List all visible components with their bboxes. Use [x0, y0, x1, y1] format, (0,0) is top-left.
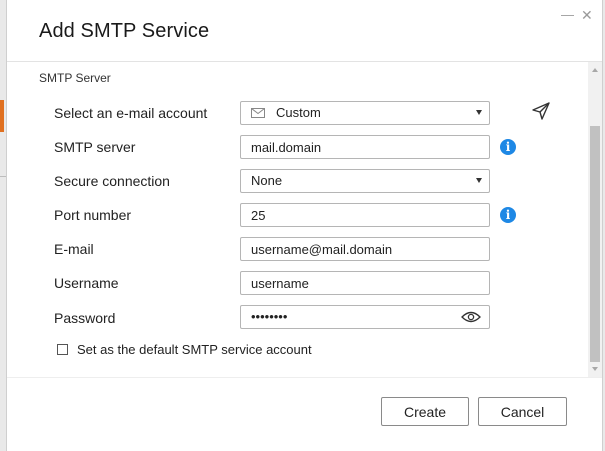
- secure-connection-label: Secure connection: [54, 173, 170, 189]
- add-smtp-service-dialog: Add SMTP Service — ✕ SMTP Server Select …: [6, 0, 603, 451]
- background-accent-bar: [0, 100, 4, 132]
- password-value: ••••••••: [251, 309, 288, 324]
- eye-icon[interactable]: [461, 311, 481, 323]
- scroll-down-icon[interactable]: [592, 367, 598, 371]
- smtp-server-input[interactable]: [240, 135, 490, 159]
- scroll-up-icon[interactable]: [592, 68, 598, 72]
- mail-icon: [251, 108, 265, 118]
- account-select[interactable]: Custom: [240, 101, 490, 125]
- footer-divider: [7, 377, 602, 378]
- chevron-down-icon: [476, 178, 482, 183]
- account-label: Select an e-mail account: [54, 105, 208, 121]
- chevron-down-icon: [476, 110, 482, 115]
- password-label: Password: [54, 310, 116, 326]
- email-input[interactable]: [240, 237, 490, 261]
- port-number-label: Port number: [54, 207, 132, 223]
- scrollbar[interactable]: [588, 62, 602, 377]
- default-account-checkbox[interactable]: [57, 344, 68, 355]
- account-select-value: Custom: [276, 105, 321, 120]
- info-icon[interactable]: i: [500, 139, 516, 155]
- smtp-server-label: SMTP server: [54, 139, 136, 155]
- info-icon[interactable]: i: [500, 207, 516, 223]
- minimize-icon[interactable]: —: [561, 8, 574, 22]
- secure-connection-select[interactable]: None: [240, 169, 490, 193]
- send-icon[interactable]: [531, 101, 551, 121]
- password-input[interactable]: ••••••••: [240, 305, 490, 329]
- dialog-title: Add SMTP Service: [39, 20, 210, 42]
- title-divider: [7, 61, 602, 62]
- username-input[interactable]: [240, 271, 490, 295]
- email-label: E-mail: [54, 241, 94, 257]
- port-number-input[interactable]: [240, 203, 490, 227]
- section-label: SMTP Server: [39, 71, 111, 85]
- create-button[interactable]: Create: [381, 397, 469, 426]
- secure-connection-value: None: [251, 173, 283, 188]
- cancel-button[interactable]: Cancel: [478, 397, 567, 426]
- default-account-checkbox-label: Set as the default SMTP service account: [77, 342, 312, 357]
- close-icon[interactable]: ✕: [581, 8, 593, 22]
- username-label: Username: [54, 275, 119, 291]
- scrollbar-thumb[interactable]: [590, 126, 600, 362]
